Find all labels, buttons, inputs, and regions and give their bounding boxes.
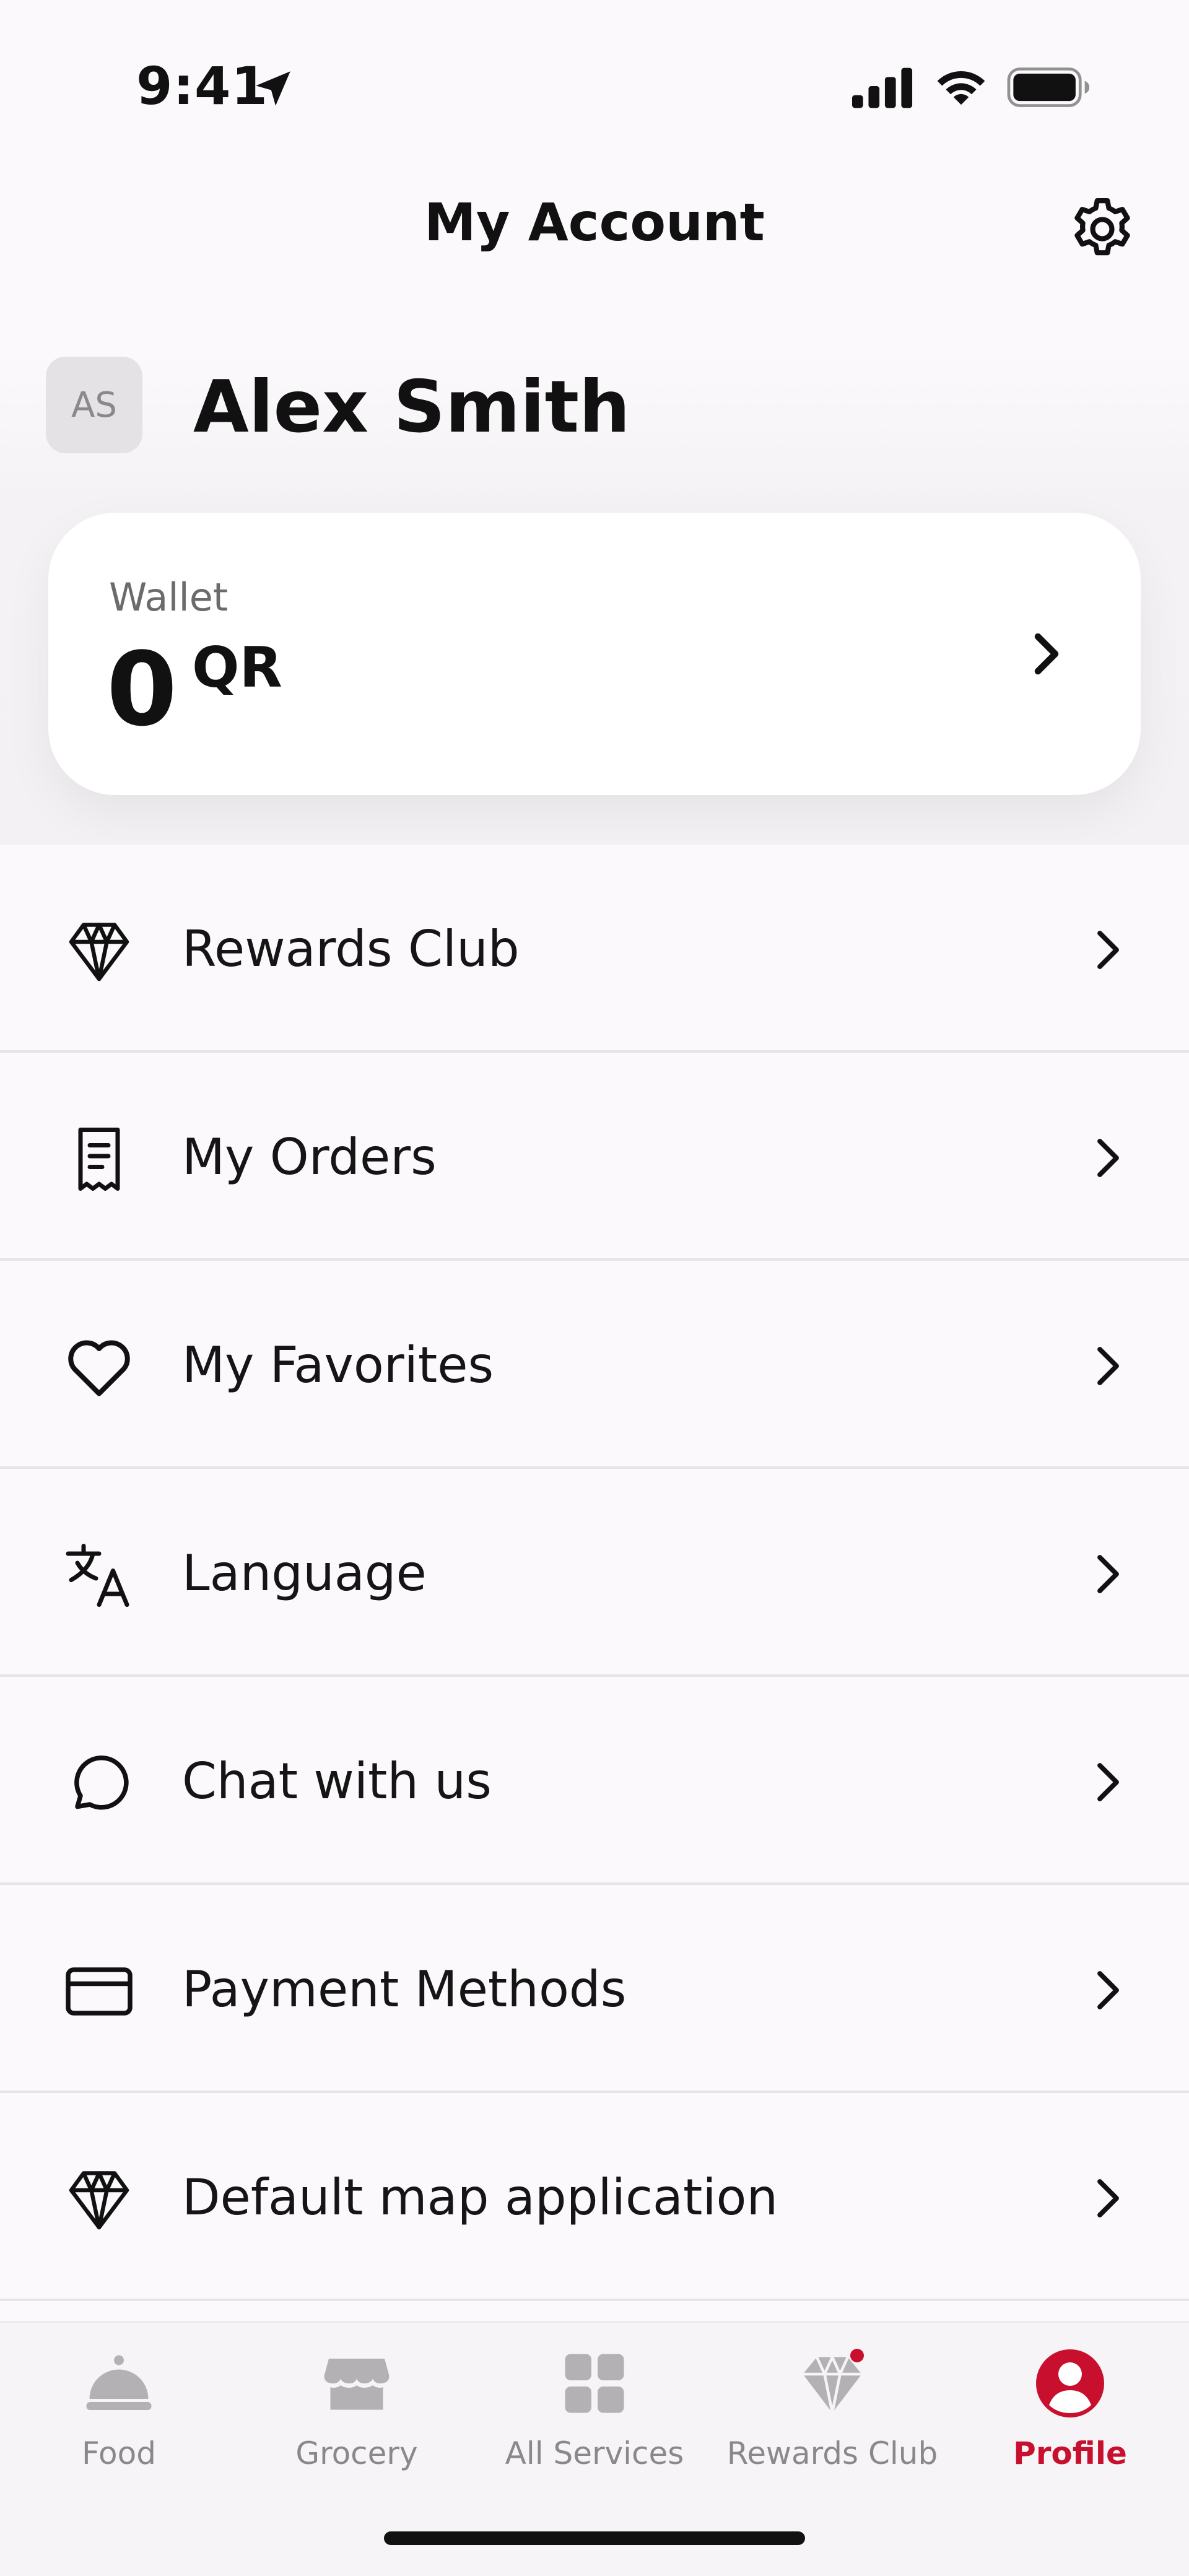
- page-title: My Account: [424, 192, 765, 253]
- chat-bubble-icon: [74, 1756, 129, 1810]
- tab-label: All Services: [505, 2435, 684, 2471]
- chevron-right-icon: [1034, 633, 1059, 675]
- location-arrow-icon: [256, 71, 290, 106]
- battery-icon: [1007, 67, 1090, 107]
- heart-icon: [68, 1340, 130, 1396]
- menu-item-label: Payment Methods: [182, 1960, 627, 2018]
- account-menu: Rewards Club My Orders My Favorites Lang…: [0, 845, 1189, 2301]
- menu-item-default-map-application[interactable]: Default map application: [0, 2093, 1189, 2301]
- notification-dot: [850, 2349, 864, 2362]
- menu-item-my-favorites[interactable]: My Favorites: [0, 1261, 1189, 1469]
- wallet-label: Wallet: [109, 575, 229, 620]
- settings-button[interactable]: [1064, 191, 1141, 268]
- chevron-right-icon: [1097, 1971, 1119, 2009]
- wifi-icon: [937, 71, 985, 105]
- menu-item-rewards-club[interactable]: Rewards Club: [0, 845, 1189, 1053]
- wallet-card[interactable]: Wallet 0 QR: [48, 513, 1141, 795]
- wallet-currency: QR: [192, 635, 282, 700]
- receipt-icon: [78, 1128, 120, 1191]
- cloche-icon: [86, 2355, 152, 2410]
- status-bar: 9:41: [0, 0, 1189, 149]
- tab-all-services[interactable]: All Services: [476, 2323, 713, 2509]
- translate-icon: [66, 1544, 129, 1607]
- chevron-right-icon: [1097, 2179, 1119, 2217]
- menu-item-language[interactable]: Language: [0, 1469, 1189, 1677]
- tab-label: Grocery: [295, 2435, 418, 2471]
- chevron-right-icon: [1097, 1555, 1119, 1593]
- menu-item-chat-with-us[interactable]: Chat with us: [0, 1677, 1189, 1885]
- chevron-right-icon: [1097, 1139, 1119, 1177]
- menu-item-my-orders[interactable]: My Orders: [0, 1053, 1189, 1261]
- diamond-icon: [69, 2171, 129, 2230]
- menu-item-label: My Favorites: [182, 1336, 494, 1394]
- tab-label: Food: [82, 2435, 156, 2471]
- credit-card-icon: [66, 1967, 133, 2016]
- home-indicator: [384, 2531, 805, 2545]
- avatar[interactable]: AS: [46, 357, 142, 453]
- user-name: Alex Smith: [193, 365, 630, 449]
- diamond-icon: [803, 2349, 864, 2414]
- diamond-icon: [69, 923, 129, 981]
- tab-food[interactable]: Food: [0, 2323, 238, 2509]
- cellular-signal-icon: [852, 67, 913, 108]
- status-time: 9:41: [136, 56, 268, 116]
- tab-rewards-club[interactable]: Rewards Club: [713, 2323, 951, 2509]
- wallet-amount: 0: [107, 630, 178, 749]
- tab-label: Rewards Club: [726, 2435, 938, 2471]
- chevron-right-icon: [1097, 931, 1119, 969]
- menu-item-label: My Orders: [182, 1128, 437, 1186]
- grid-icon: [565, 2354, 624, 2413]
- gear-icon: [1074, 198, 1130, 256]
- tab-profile[interactable]: Profile: [951, 2323, 1189, 2509]
- chevron-right-icon: [1097, 1347, 1119, 1385]
- app-screen: 9:41 My Account AS Alex Smith Wallet 0 Q…: [0, 0, 1189, 2576]
- tab-grocery[interactable]: Grocery: [238, 2323, 476, 2509]
- store-icon: [324, 2359, 390, 2410]
- person-icon: [1036, 2349, 1104, 2417]
- tab-label: Profile: [1013, 2435, 1127, 2471]
- menu-item-label: Language: [182, 1544, 427, 1602]
- menu-item-payment-methods[interactable]: Payment Methods: [0, 1885, 1189, 2093]
- menu-item-label: Chat with us: [182, 1752, 492, 1810]
- menu-item-label: Rewards Club: [182, 920, 520, 978]
- chevron-right-icon: [1097, 1763, 1119, 1801]
- menu-item-label: Default map application: [182, 2169, 778, 2226]
